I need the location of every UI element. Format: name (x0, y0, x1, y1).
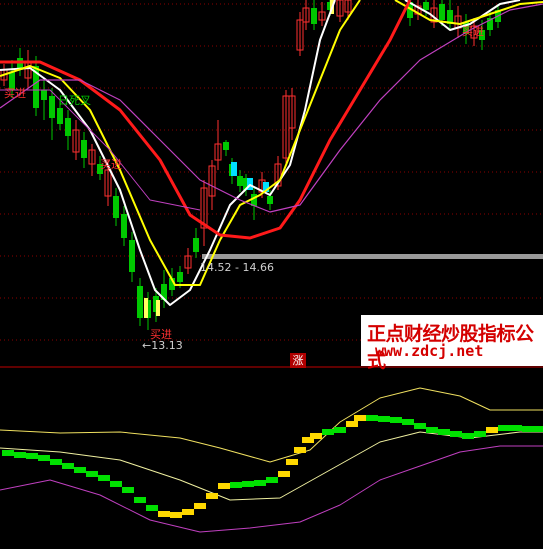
watermark-banner: 正点财经炒股指标公式 www.zdcj.net (361, 315, 543, 372)
indicator-step (134, 497, 146, 503)
indicator-step (354, 415, 366, 421)
indicator-step (206, 493, 218, 499)
kline-chart[interactable] (0, 0, 543, 549)
indicator-step (74, 467, 86, 473)
candle-body (423, 2, 429, 10)
indicator-step (462, 433, 474, 439)
price-range-bar (202, 254, 543, 259)
indicator-step (50, 459, 62, 465)
stock-chart-window: 14.52 - 14.66 ←13.13 日死叉 买进 买进 买进 买进 正点财… (0, 0, 543, 549)
candle-body (223, 142, 229, 150)
buy-signal-label: 买进 (462, 25, 484, 38)
indicator-step (122, 487, 134, 493)
indicator-step (486, 427, 498, 433)
candle-body (439, 4, 445, 20)
low-price-label: ←13.13 (142, 339, 183, 352)
indicator-step (294, 447, 306, 453)
indicator-step (230, 482, 242, 488)
buy-signal-label: 买进 (4, 87, 26, 100)
indicator-step (26, 453, 38, 459)
candle-body (129, 240, 135, 272)
indicator-step (510, 425, 522, 431)
highlight-candle (156, 300, 160, 316)
indicator-band-upper (0, 387, 543, 463)
candle-body (121, 214, 127, 238)
candle-body (237, 176, 243, 186)
indicator-step (182, 509, 194, 515)
candle-body (81, 140, 87, 158)
indicator-step (98, 475, 110, 481)
indicator-step (62, 463, 74, 469)
indicator-step (2, 450, 14, 456)
indicator-step (146, 505, 158, 511)
indicator-step (346, 421, 358, 427)
indicator-step (278, 471, 290, 477)
indicator-step (366, 415, 378, 421)
indicator-step (498, 425, 510, 431)
highlight-candle (144, 298, 148, 318)
ma-line-yellow (0, 0, 361, 286)
candle-body (267, 196, 273, 204)
candle-body (113, 196, 119, 218)
indicator-step (38, 455, 50, 461)
indicator-step (522, 426, 534, 432)
indicator-step (322, 429, 334, 435)
indicator-step (286, 459, 298, 465)
indicator-step (474, 431, 486, 437)
indicator-step (86, 471, 98, 477)
candle-body (311, 8, 317, 24)
indicator-step (218, 483, 230, 489)
candle-body (137, 286, 143, 318)
indicator-step (450, 431, 462, 437)
indicator-step (426, 427, 438, 433)
indicator-step (242, 481, 254, 487)
indicator-step (390, 417, 402, 423)
candle-body (177, 272, 183, 282)
indicator-step (254, 480, 266, 486)
indicator-step (14, 452, 26, 458)
rise-badge[interactable]: 涨 (290, 353, 306, 368)
candle-body (193, 238, 199, 252)
indicator-step (194, 503, 206, 509)
candle-body (41, 90, 47, 100)
watermark-url: www.zdcj.net (375, 342, 484, 360)
highlight-candle (231, 162, 237, 176)
buy-signal-label: 买进 (150, 328, 172, 341)
indicator-step (378, 416, 390, 422)
candle-body (49, 96, 55, 118)
indicator-step (414, 423, 426, 429)
indicator-step (158, 511, 170, 517)
candle-body (57, 108, 63, 124)
candle-body (65, 118, 71, 136)
indicator-step (110, 481, 122, 487)
indicator-step (334, 427, 346, 433)
indicator-step (438, 429, 450, 435)
death-cross-label: 日死叉 (58, 94, 91, 107)
indicator-step (534, 426, 543, 432)
buy-signal-label: 买进 (100, 158, 122, 171)
price-range-label: 14.52 - 14.66 (200, 261, 274, 274)
indicator-band-lower (0, 445, 543, 533)
indicator-step (170, 512, 182, 518)
indicator-step (310, 433, 322, 439)
indicator-step (266, 477, 278, 483)
indicator-step (402, 419, 414, 425)
